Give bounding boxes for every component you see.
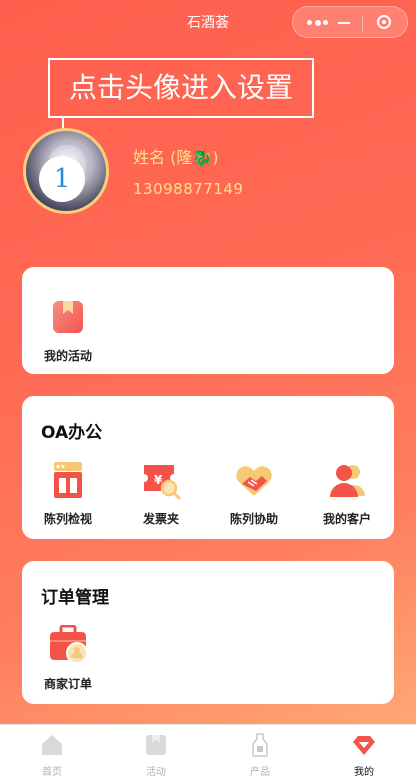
menu-item-label: 发票夹 [142, 512, 179, 526]
menu-item-my-customers[interactable]: 我的客户 [302, 460, 392, 527]
menu-item-display-assist[interactable]: 陈列协助 [209, 460, 299, 527]
capsule-divider [362, 15, 363, 31]
invoice-folder-icon: ¥ [141, 460, 181, 500]
oa-card: OA办公 陈列检视 ¥ 发票夹 陈列协助 我的客户 [22, 396, 394, 539]
mini-program-capsule[interactable] [292, 6, 408, 38]
tab-activity[interactable]: 活动 [104, 733, 208, 778]
merchant-order-icon [48, 624, 88, 665]
tab-label: 产品 [250, 767, 270, 778]
menu-item-my-activity[interactable]: 我的活动 [23, 297, 113, 364]
user-name: 姓名 (隆🐉) [133, 148, 219, 167]
profile-gem-icon [352, 733, 376, 757]
menu-item-merchant-orders[interactable]: 商家订单 [23, 624, 113, 692]
oa-section-title: OA办公 [41, 423, 103, 443]
customers-icon [327, 460, 367, 500]
close-target-icon[interactable] [377, 15, 391, 29]
tab-product[interactable]: 产品 [208, 733, 312, 778]
handshake-icon [234, 460, 274, 500]
activity-bookmark-icon [48, 297, 88, 337]
menu-item-label: 我的活动 [43, 349, 92, 363]
activity-card: 我的活动 [22, 267, 394, 374]
order-management-card: 订单管理 商家订单 [22, 561, 394, 704]
minimize-icon[interactable] [338, 22, 350, 24]
menu-item-label: 陈列检视 [43, 512, 92, 526]
activity-icon [144, 733, 168, 757]
menu-item-label: 陈列协助 [229, 512, 278, 526]
tab-label: 首页 [42, 767, 62, 778]
bottom-tab-bar: 首页 活动 产品 我的 [0, 724, 416, 781]
tab-label: 我的 [354, 767, 374, 778]
menu-item-label: 商家订单 [43, 677, 92, 691]
tab-mine[interactable]: 我的 [312, 733, 416, 778]
user-phone: 13098877149 [133, 180, 244, 198]
tab-label: 活动 [146, 767, 166, 778]
step-badge: 1 [39, 156, 85, 202]
top-navigation-bar: 石酒荟 [0, 0, 416, 44]
more-icon[interactable] [307, 19, 328, 26]
menu-item-label: 我的客户 [322, 512, 371, 526]
tab-home[interactable]: 首页 [0, 733, 104, 778]
menu-item-invoice-folder[interactable]: ¥ 发票夹 [116, 460, 206, 527]
order-section-title: 订单管理 [41, 588, 109, 608]
avatar-settings-tip: 点击头像进入设置 [48, 58, 314, 118]
product-bottle-icon [248, 733, 272, 757]
display-inspection-icon [48, 460, 88, 500]
menu-item-display-inspection[interactable]: 陈列检视 [23, 460, 113, 527]
home-icon [40, 733, 64, 757]
